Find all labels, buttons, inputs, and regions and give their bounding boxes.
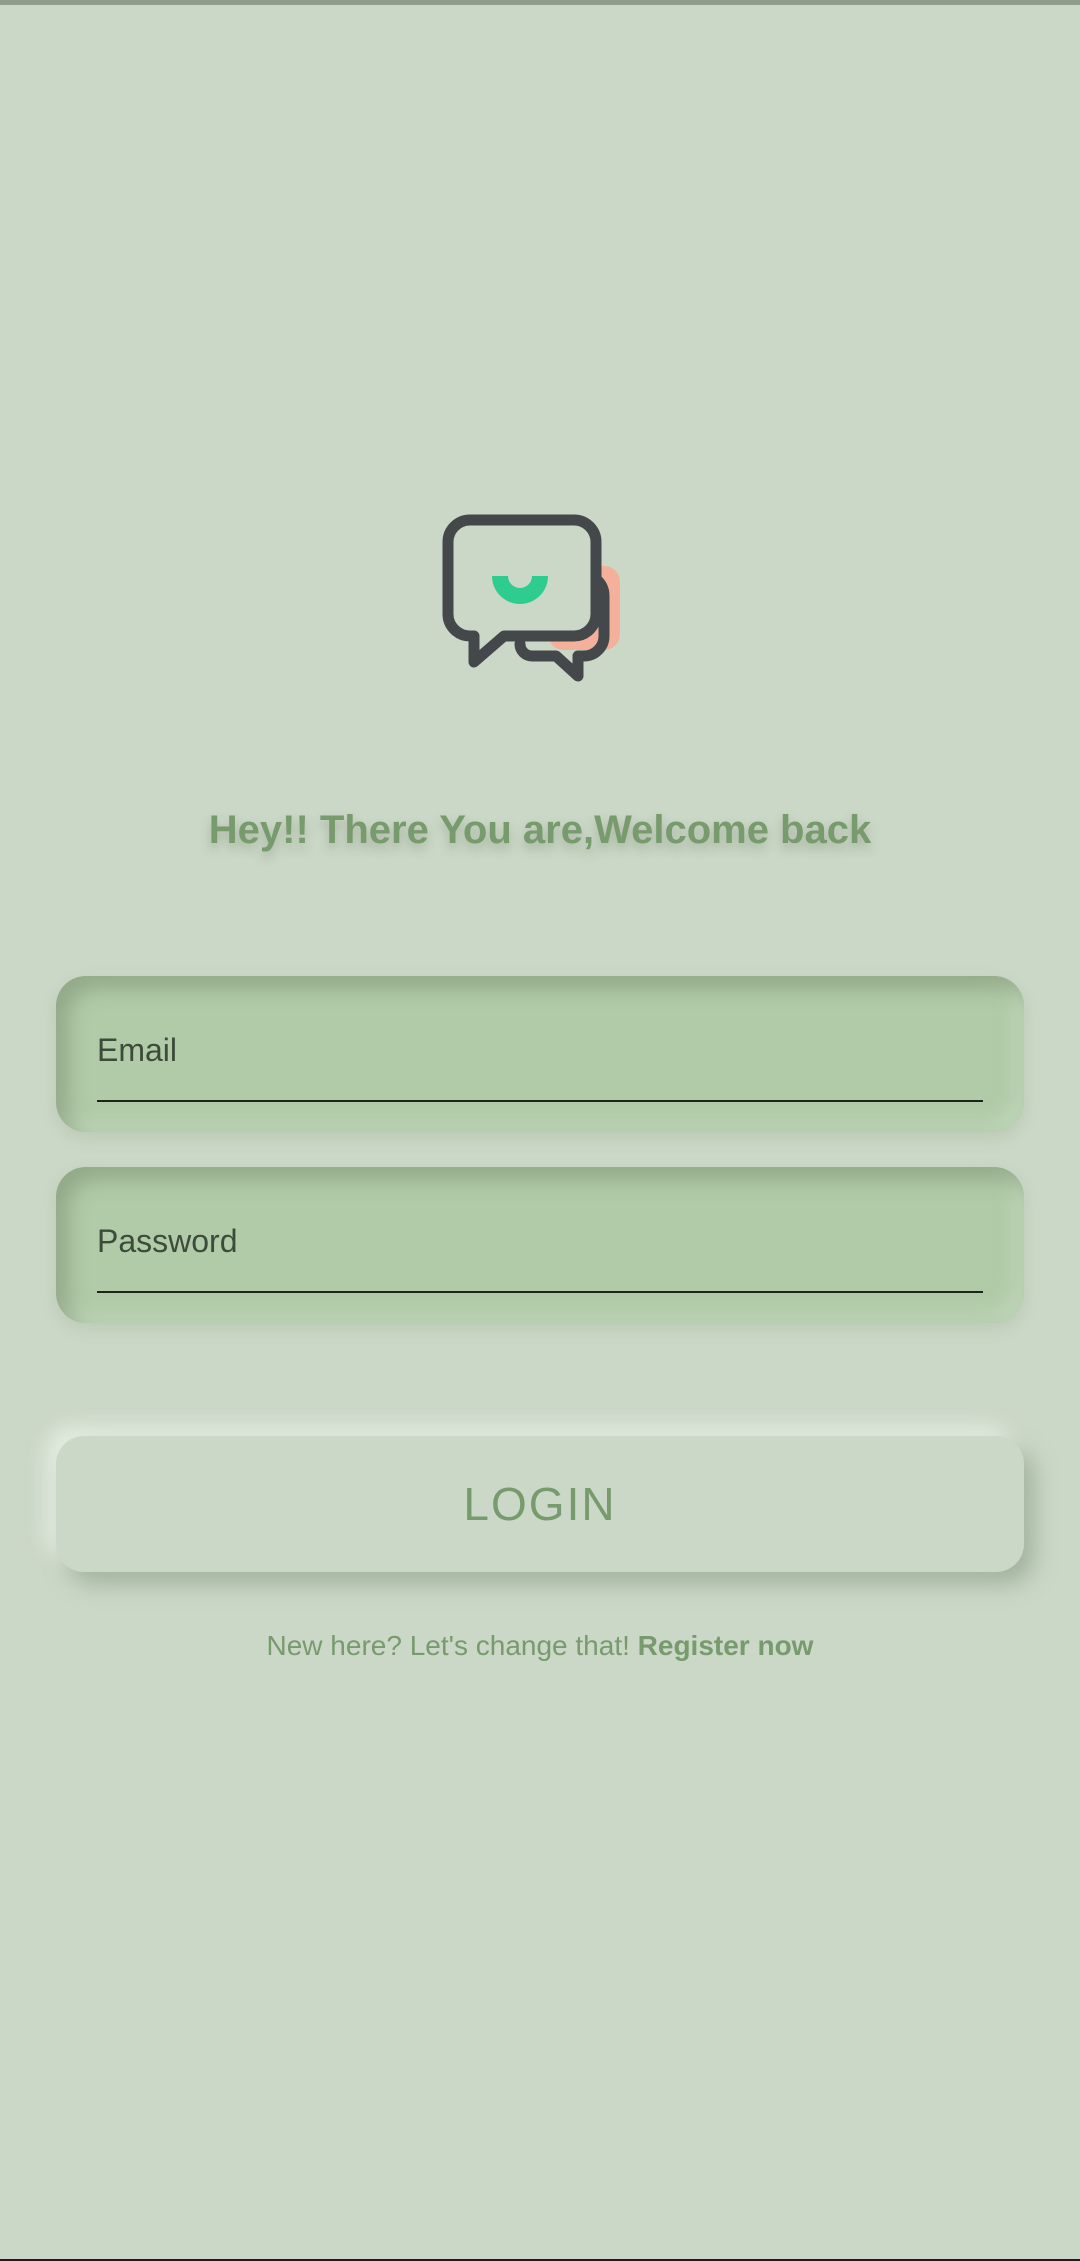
register-prompt-text: New here? Let's change that!	[266, 1630, 638, 1661]
status-bar-edge	[0, 0, 1080, 5]
password-underline	[97, 1291, 983, 1293]
login-button[interactable]: LOGIN	[56, 1436, 1024, 1572]
login-screen: Hey!! There You are,Welcome back Email P…	[0, 0, 1080, 2261]
email-underline	[97, 1100, 983, 1102]
password-field[interactable]: Password	[56, 1167, 1024, 1323]
email-label: Email	[97, 1032, 178, 1068]
chat-bubbles-icon	[442, 514, 620, 682]
welcome-heading: Hey!! There You are,Welcome back	[208, 808, 872, 852]
register-prompt: New here? Let's change that! Register no…	[0, 1630, 1080, 1662]
email-field[interactable]: Email	[56, 976, 1024, 1132]
register-now-link[interactable]: Register now	[638, 1630, 814, 1661]
password-label: Password	[97, 1223, 238, 1259]
